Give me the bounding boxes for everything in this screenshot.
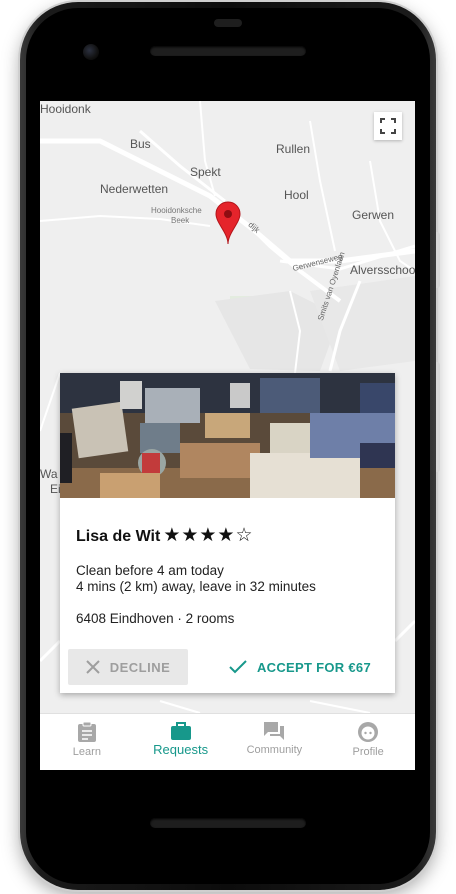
map-label: Nederwetten [100, 182, 169, 196]
briefcase-icon [170, 722, 191, 740]
face-icon [358, 722, 379, 742]
map-label: Hool [284, 188, 309, 202]
bottom-navigation: Learn Requests Community Profile [40, 713, 415, 770]
accept-label: ACCEPT FOR €67 [256, 659, 371, 675]
decline-button[interactable]: DECLINE [68, 649, 188, 685]
request-time: Clean before 4 am today [76, 563, 224, 578]
clipboard-icon [77, 721, 96, 742]
forum-icon [264, 722, 285, 740]
top-slot [214, 19, 242, 27]
map-label: Beek [171, 216, 190, 225]
nav-item-profile[interactable]: Profile [321, 714, 415, 770]
request-card[interactable]: Lisa de Wit ★★★★☆ Clean before 4 am today… [60, 373, 395, 693]
close-icon [86, 660, 100, 674]
map-label: Hooidonk [40, 102, 91, 116]
location-pin-icon[interactable] [215, 201, 241, 245]
nav-item-learn[interactable]: Learn [40, 714, 134, 770]
nav-item-community[interactable]: Community [228, 714, 322, 770]
map-label: Spekt [190, 165, 221, 179]
star-rating: ★★★★☆ [163, 525, 254, 546]
requester-name-row: Lisa de Wit ★★★★☆ [76, 524, 253, 547]
map-label: Alversschool [350, 263, 415, 277]
bottom-speaker [150, 818, 306, 828]
app-screen: Hooidonk Bus Spekt Rullen Nederwetten Ho… [40, 101, 415, 770]
power-button [436, 362, 440, 472]
nav-label: Requests [153, 742, 209, 757]
nav-label: Profile [352, 746, 384, 758]
nav-item-requests[interactable]: Requests [134, 714, 228, 770]
messy-room-image [60, 373, 395, 498]
room-photo [60, 373, 395, 498]
request-location: 6408 Eindhoven · 2 rooms [76, 611, 235, 626]
map-label: Wa [40, 467, 58, 481]
requester-name: Lisa de Wit [76, 528, 161, 545]
accept-button[interactable]: ACCEPT FOR €67 [210, 649, 390, 685]
request-distance: 4 mins (2 km) away, leave in 32 minutes [76, 579, 316, 594]
decline-label: DECLINE [109, 659, 171, 675]
check-icon [229, 660, 247, 674]
map-label: Gerwen [352, 208, 395, 222]
front-camera [83, 44, 99, 60]
nav-label: Community [246, 744, 303, 756]
fullscreen-icon [380, 118, 396, 134]
map-label: Hooidonksche [151, 206, 202, 215]
map-label: Bus [130, 137, 151, 151]
nav-label: Learn [72, 746, 101, 758]
fullscreen-button[interactable] [374, 112, 402, 140]
volume-button [436, 232, 440, 288]
map-label: Rullen [276, 142, 311, 156]
earpiece-speaker [150, 46, 306, 56]
